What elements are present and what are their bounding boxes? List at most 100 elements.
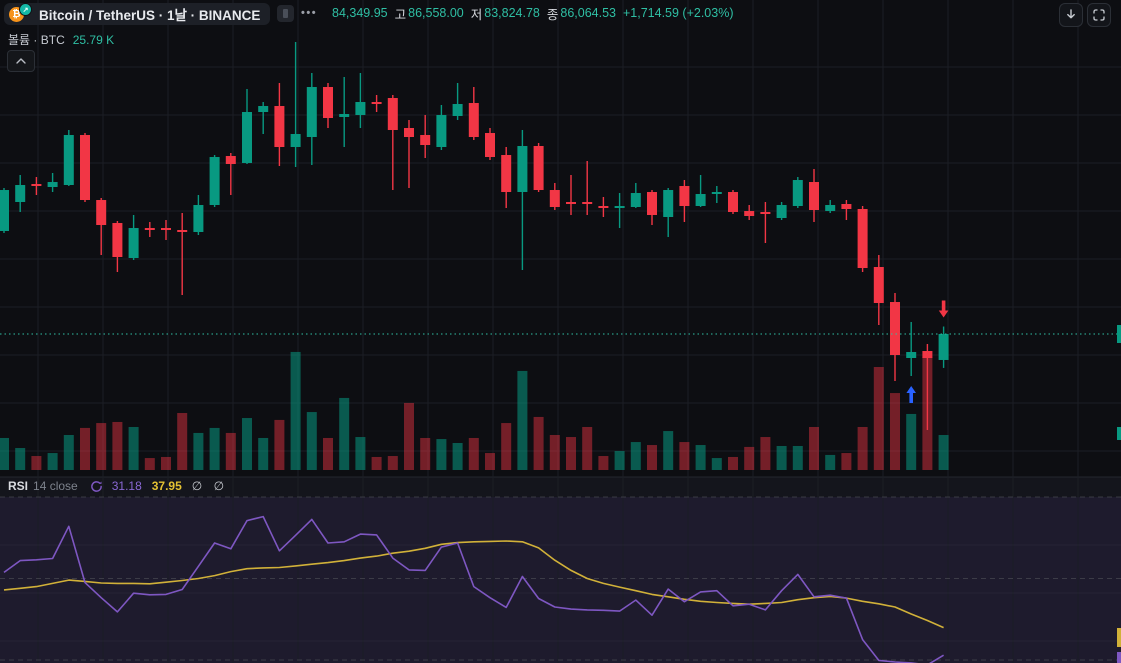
candle [873,267,884,304]
volume-bar [873,367,884,470]
volume-layer [0,351,949,470]
volume-bar [355,437,366,470]
candle [258,106,269,113]
marker-arrow-down-icon [938,300,949,318]
candle [598,206,609,209]
symbol-pill[interactable]: ₿ ↗ Bitcoin / TetherUS · 1날 · BINANCE [4,3,271,25]
volume-bar [225,432,236,470]
download-button[interactable] [1059,3,1083,27]
volume-bar [63,434,74,470]
volume-bar [193,432,204,470]
volume-bar [760,437,771,470]
volume-bar [436,439,447,470]
candle [63,135,74,186]
volume-bar [809,426,819,470]
change-value: +1,714.59 (+2.03%) [622,6,734,20]
volume-bar [404,402,414,470]
volume-bar [274,419,285,470]
candle [792,180,803,207]
volume-bar [663,431,674,470]
candle [274,106,285,148]
close-value: 86,064.53 [560,6,616,20]
volume-bar [630,442,641,470]
volume-bar [533,416,544,470]
more-options-button[interactable]: ••• [301,4,317,22]
candle [355,102,366,116]
high-label: 고 [394,7,407,22]
volume-bar [161,456,171,470]
rsi-legend[interactable]: RSI 14 close 31.18 37.95 ∅ ∅ [8,479,228,493]
fullscreen-button[interactable] [1087,3,1111,27]
volume-bar [825,454,836,470]
open-value: 84,349.95 [332,6,388,20]
candle [387,98,398,131]
volume-bar [339,397,350,470]
candle [711,192,722,195]
volume-bar [711,458,722,470]
candles-layer [0,42,949,431]
chevron-up-icon [16,58,26,64]
volume-bar [582,426,593,470]
volume-bar [906,413,917,470]
candle [404,128,414,138]
candle [209,157,220,206]
candle [679,186,690,207]
volume-bar [841,453,852,470]
volume-bar [857,426,868,470]
volume-bar [485,453,495,470]
volume-bar [566,437,576,470]
volume-bar [242,418,252,470]
collapse-legend-button[interactable] [7,50,35,72]
rsi-ma-value: 37.95 [151,479,182,493]
volume-bar [323,437,333,470]
candle [760,212,771,215]
volume-bar [468,437,479,470]
volume-bar [80,427,90,470]
volume-bar [31,456,42,470]
candle [938,334,949,360]
volume-bar [177,413,188,470]
volume-bar [306,412,317,470]
candle [339,114,350,118]
candle [15,185,26,203]
candle [161,228,171,231]
chart-style-icon[interactable] [277,5,294,22]
candle [323,87,333,119]
download-arrow-icon [1067,9,1075,19]
candle [485,133,495,158]
candle [533,146,544,191]
volume-bar [290,351,301,470]
volume-bar [598,456,609,470]
ohlc-readout: 84,349.95 고 86,558.00 저 83,824.78 종 86,0… [332,0,733,26]
volume-bar [387,456,398,470]
rsi-empty-values: ∅ ∅ [191,479,229,493]
volume-bar [420,437,431,470]
candle [663,190,674,218]
candle [193,205,204,233]
candle [177,230,188,233]
volume-bar [938,435,949,470]
candle [242,112,252,164]
candle [517,146,528,193]
candle [825,205,836,212]
candle [890,302,900,356]
volume-bar [112,421,123,470]
bitcoin-logo-icon: ₿ ↗ [8,3,34,23]
candle [501,155,512,193]
low-label: 저 [470,7,483,22]
candle [420,135,431,146]
volume-bar [96,423,107,470]
candle [80,135,90,201]
chart-canvas[interactable] [0,0,1121,663]
candle [144,228,155,231]
topbar-buttons [1059,3,1111,27]
volume-legend[interactable]: 볼륨 · BTC 25.79 K [8,31,114,48]
candle [290,134,301,148]
edge-label-fragment [1117,325,1121,343]
volume-bar [744,446,755,470]
low-value: 83,824.78 [484,6,540,20]
candle [776,205,787,219]
volume-bar [47,453,58,470]
candle [647,192,657,216]
fullscreen-icon [1093,9,1105,21]
